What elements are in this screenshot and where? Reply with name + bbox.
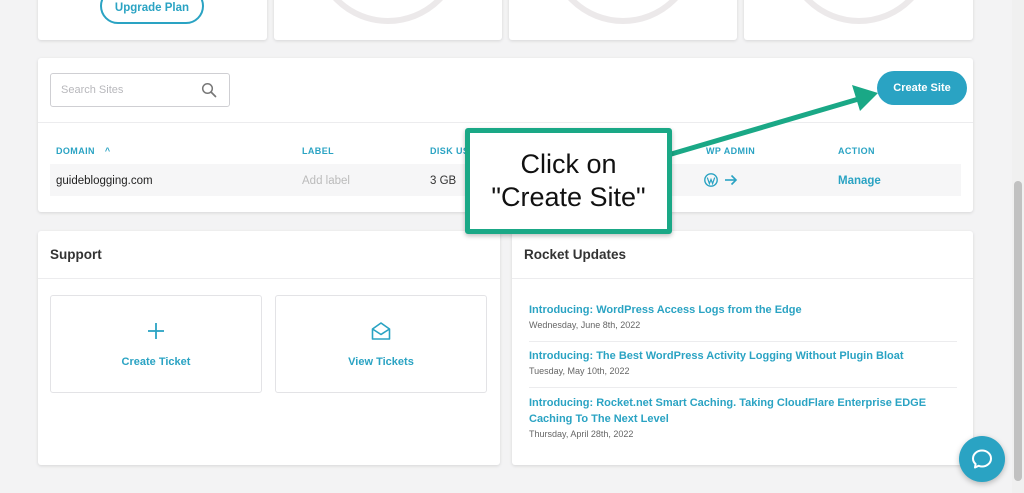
update-date: Wednesday, June 8th, 2022 — [529, 320, 641, 330]
updates-divider — [512, 278, 973, 279]
column-header-domain[interactable]: DOMAIN ^ — [56, 146, 110, 156]
support-divider — [38, 278, 500, 279]
stat-card-1 — [274, 0, 502, 40]
update-link[interactable]: Introducing: Rocket.net Smart Caching. T… — [529, 395, 957, 427]
search-icon[interactable] — [201, 82, 217, 98]
sites-divider — [38, 122, 973, 123]
site-domain[interactable]: guideblogging.com — [56, 175, 153, 187]
usage-ring — [783, 0, 934, 24]
update-link[interactable]: Introducing: The Best WordPress Activity… — [529, 348, 957, 364]
search-input[interactable] — [61, 84, 191, 96]
updates-card: Rocket Updates Introducing: WordPress Ac… — [512, 231, 973, 465]
manage-link[interactable]: Manage — [838, 175, 881, 187]
page-scrollbar[interactable] — [1012, 0, 1024, 493]
update-separator — [529, 341, 957, 342]
arrow-right-icon — [725, 174, 738, 186]
sort-asc-icon: ^ — [104, 146, 111, 156]
upgrade-plan-button[interactable]: Upgrade Plan — [100, 0, 204, 24]
add-label-link[interactable]: Add label — [302, 175, 350, 187]
stat-card-2 — [509, 0, 737, 40]
tutorial-callout: Click on "Create Site" — [465, 128, 672, 234]
update-date: Thursday, April 28th, 2022 — [529, 429, 634, 439]
create-site-button[interactable]: Create Site — [877, 71, 967, 105]
create-ticket-label: Create Ticket — [121, 356, 191, 368]
chat-icon — [972, 449, 992, 469]
update-date: Tuesday, May 10th, 2022 — [529, 366, 630, 376]
updates-title: Rocket Updates — [524, 247, 627, 262]
callout-line-2: "Create Site" — [491, 182, 646, 212]
stat-card-3 — [744, 0, 973, 40]
column-header-action: ACTION — [838, 146, 875, 156]
disk-usage: 3 GB — [430, 175, 457, 187]
wp-admin-link[interactable] — [704, 173, 738, 187]
list-item: Introducing: The Best WordPress Activity… — [529, 348, 957, 376]
support-card: Support Create Ticket View Tickets — [38, 231, 500, 465]
callout-line-1: Click on — [520, 149, 617, 179]
plan-card: Upgrade Plan — [38, 0, 267, 40]
chat-button[interactable] — [959, 436, 1005, 482]
column-header-wp-admin: WP ADMIN — [706, 146, 756, 156]
column-header-disk: DISK US — [430, 146, 470, 156]
update-link[interactable]: Introducing: WordPress Access Logs from … — [529, 302, 957, 318]
update-separator — [529, 387, 957, 388]
view-tickets-tile[interactable]: View Tickets — [275, 295, 487, 393]
view-tickets-label: View Tickets — [348, 356, 414, 368]
search-box[interactable] — [50, 73, 230, 107]
column-header-label: LABEL — [302, 146, 334, 156]
usage-ring — [313, 0, 463, 24]
scrollbar-thumb[interactable] — [1014, 181, 1022, 481]
list-item: Introducing: WordPress Access Logs from … — [529, 302, 957, 330]
usage-ring — [548, 0, 698, 24]
support-title: Support — [50, 247, 102, 262]
wordpress-icon — [704, 173, 718, 187]
create-ticket-tile[interactable]: Create Ticket — [50, 295, 262, 393]
envelope-open-icon — [371, 322, 391, 340]
plus-icon — [148, 323, 164, 339]
list-item: Introducing: Rocket.net Smart Caching. T… — [529, 395, 957, 439]
